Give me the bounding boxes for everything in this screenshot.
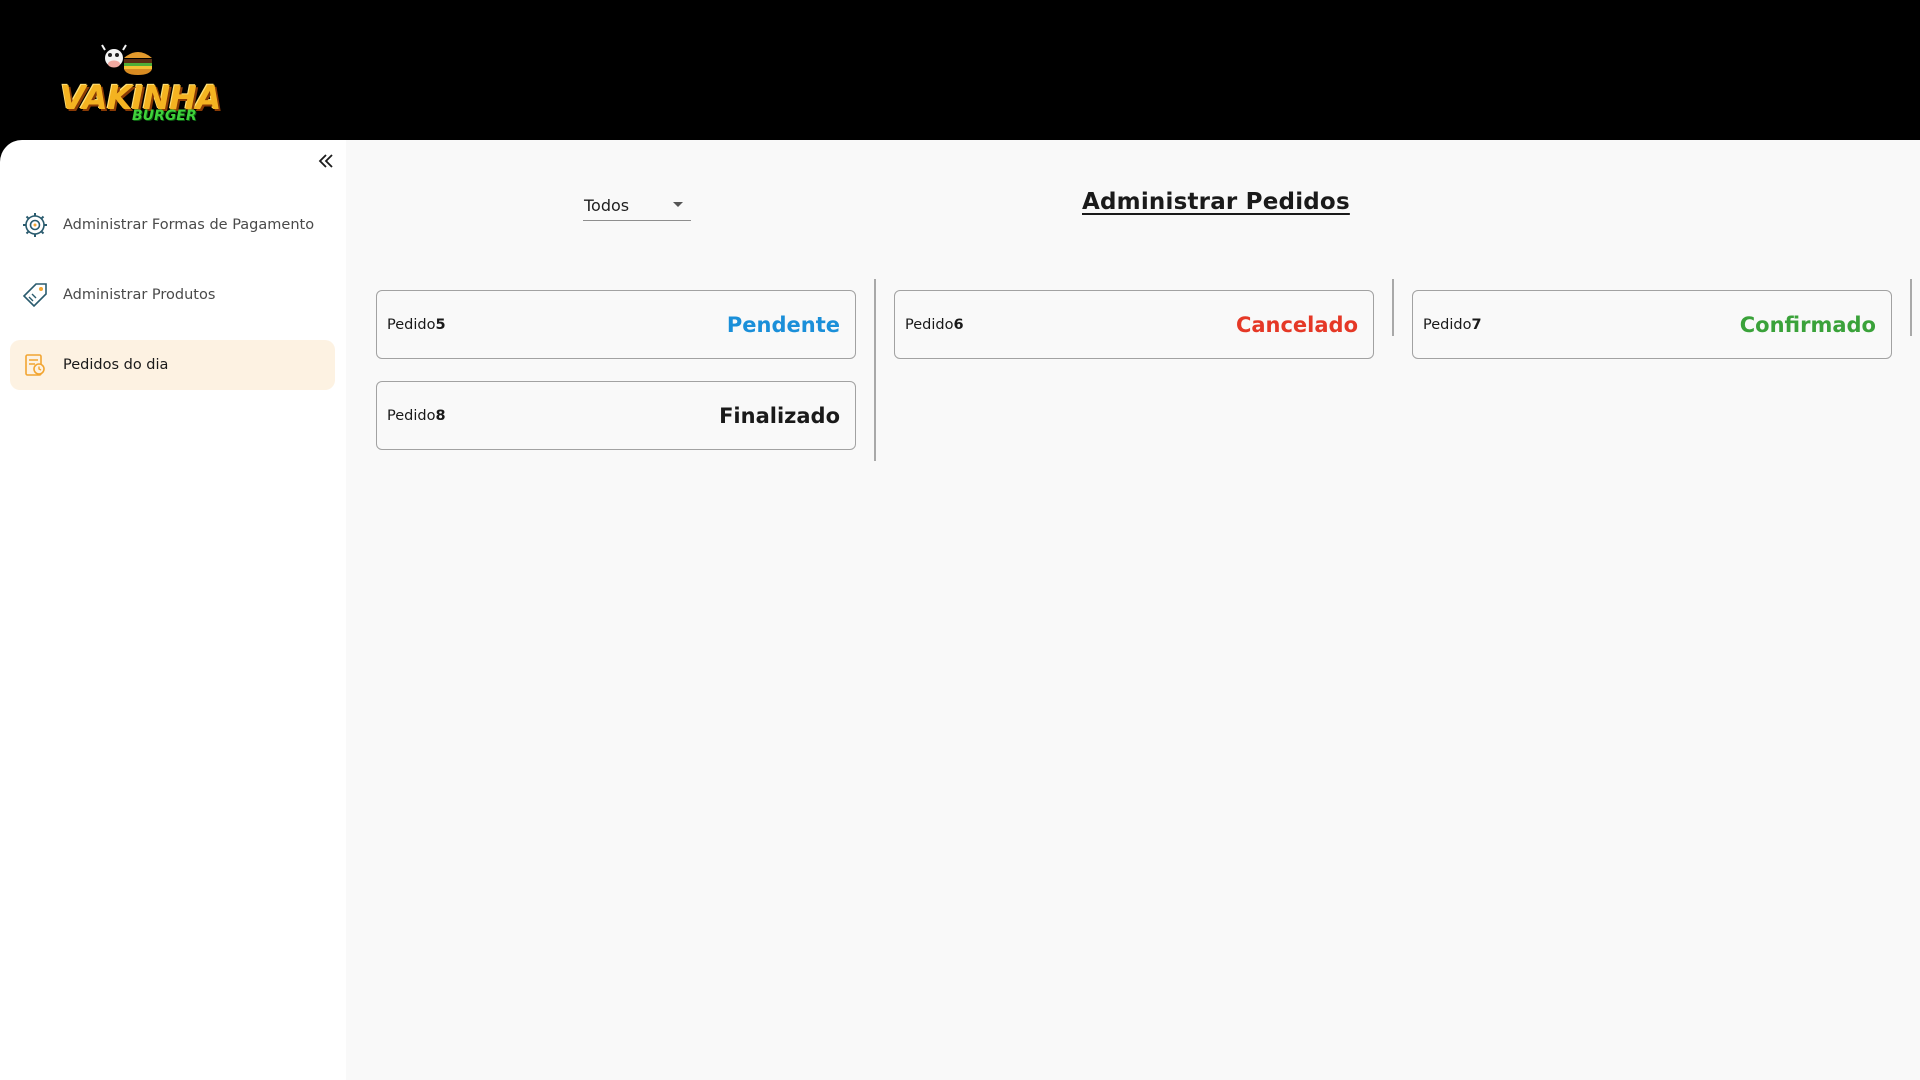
order-card[interactable]: Pedido7 Confirmado bbox=[1412, 290, 1892, 359]
receipt-icon bbox=[21, 351, 49, 379]
order-status: Finalizado bbox=[719, 403, 840, 428]
sidebar-item-label: Administrar Formas de Pagamento bbox=[63, 217, 315, 233]
order-name: Pedido8 bbox=[387, 407, 446, 424]
vakinha-burger-logo: VAKINHA BURGER bbox=[56, 44, 221, 124]
collapse-sidebar-button[interactable] bbox=[314, 150, 338, 172]
sidebar-item-pedidos-do-dia[interactable]: Pedidos do dia bbox=[10, 340, 335, 390]
status-filter-value: Todos bbox=[584, 195, 630, 215]
order-card[interactable]: Pedido6 Cancelado bbox=[894, 290, 1374, 359]
order-status: Pendente bbox=[726, 312, 840, 337]
order-name: Pedido6 bbox=[905, 316, 964, 333]
column-divider bbox=[1910, 279, 1912, 336]
order-card[interactable]: Pedido5 Pendente bbox=[376, 290, 856, 359]
sidebar-item-formas-pagamento[interactable]: Administrar Formas de Pagamento bbox=[10, 200, 335, 250]
page-title: Administrar Pedidos bbox=[1082, 189, 1350, 215]
column-divider bbox=[1392, 279, 1394, 336]
top-bar: VAKINHA BURGER bbox=[0, 0, 1920, 140]
chevron-double-left-icon bbox=[318, 154, 333, 168]
order-card[interactable]: Pedido8 Finalizado bbox=[376, 381, 856, 450]
gear-icon bbox=[21, 211, 49, 239]
order-status: Confirmado bbox=[1739, 312, 1876, 337]
order-name: Pedido5 bbox=[387, 316, 446, 333]
dropdown-arrow-icon bbox=[673, 202, 683, 207]
order-name: Pedido7 bbox=[1423, 316, 1482, 333]
sidebar-item-produtos[interactable]: Administrar Produtos bbox=[10, 270, 335, 320]
main-content bbox=[346, 140, 1920, 1080]
column-divider bbox=[874, 279, 876, 461]
logo-subtext: BURGER bbox=[132, 108, 197, 124]
sidebar-item-label: Pedidos do dia bbox=[63, 357, 169, 373]
order-status: Cancelado bbox=[1235, 312, 1358, 337]
status-filter-select[interactable]: Todos bbox=[583, 190, 691, 221]
tag-icon bbox=[21, 281, 49, 309]
sidebar-item-label: Administrar Produtos bbox=[63, 287, 216, 303]
